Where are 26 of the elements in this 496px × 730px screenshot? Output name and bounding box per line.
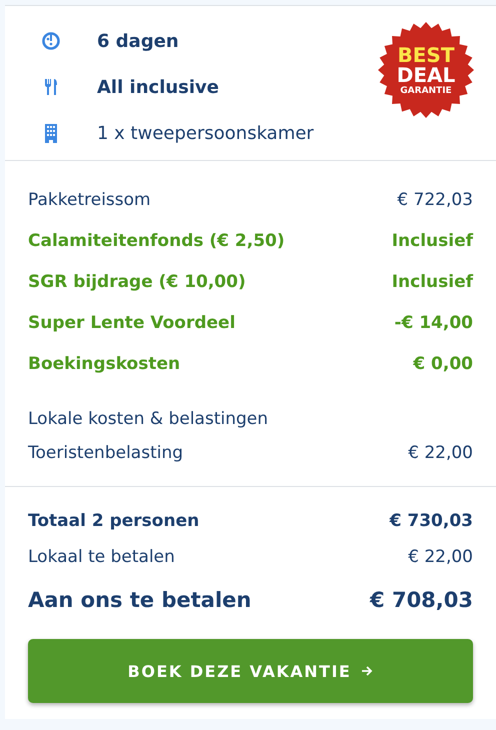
best-deal-badge: BEST DEAL GARANTIE	[378, 22, 474, 118]
price-value: -€ 14,00	[394, 312, 473, 332]
price-value: € 722,03	[397, 190, 473, 210]
price-label: Calamiteitenfonds (€ 2,50)	[28, 230, 285, 250]
total-value: € 22,00	[408, 547, 473, 567]
feature-label: 6 dagen	[97, 30, 179, 52]
price-label: SGR bijdrage (€ 10,00)	[28, 272, 246, 292]
price-label: Pakketreissom	[28, 190, 151, 210]
price-label: Boekingskosten	[28, 354, 180, 374]
price-value: Inclusief	[392, 272, 473, 292]
price-value: Inclusief	[392, 230, 473, 250]
clock-icon	[41, 31, 61, 51]
section-heading: Lokale kosten & belastingen	[28, 409, 268, 429]
total-label: Aan ons te betalen	[28, 588, 252, 612]
feature-label: 1 x tweepersoonskamer	[97, 122, 314, 144]
total-label: Totaal 2 personen	[28, 511, 200, 531]
feature-label: All inclusive	[97, 76, 220, 98]
total-label: Lokaal te betalen	[28, 547, 175, 567]
price-value: € 22,00	[408, 443, 473, 463]
book-button[interactable]: BOEK DEZE VAKANTIE	[28, 639, 473, 703]
price-value: € 0,00	[413, 354, 473, 374]
arrow-icon	[361, 665, 374, 677]
total-value: € 730,03	[390, 511, 473, 531]
price-label: Super Lente Voordeel	[28, 312, 236, 332]
price-label: Toeristenbelasting	[28, 443, 184, 463]
total-value: € 708,03	[370, 588, 473, 612]
